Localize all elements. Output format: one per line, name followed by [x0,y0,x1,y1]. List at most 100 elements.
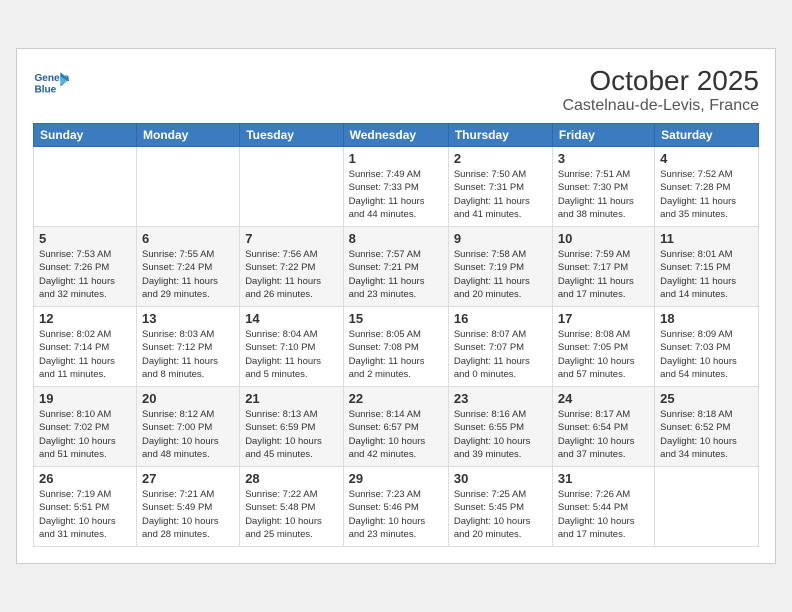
header: General Blue October 2025 Castelnau-de-L… [33,65,759,115]
calendar-cell: 2Sunrise: 7:50 AM Sunset: 7:31 PM Daylig… [448,147,552,227]
cell-info: Sunrise: 7:53 AM Sunset: 7:26 PM Dayligh… [39,248,131,301]
weekday-header: Monday [137,124,240,147]
cell-info: Sunrise: 7:25 AM Sunset: 5:45 PM Dayligh… [454,488,547,541]
day-number: 22 [349,391,443,406]
day-number: 12 [39,311,131,326]
calendar-cell: 29 Sunrise: 7:23 AM Sunset: 5:46 PM Dayli… [343,467,448,547]
cell-info: Sunrise: 7:49 AM Sunset: 7:33 PM Dayligh… [349,168,443,221]
calendar-week-row: 26 Sunrise: 7:19 AM Sunset: 5:51 PM Dayli… [34,467,759,547]
calendar-container: General Blue October 2025 Castelnau-de-L… [16,48,776,564]
day-number: 28 [245,471,337,486]
calendar-cell: 30 Sunrise: 7:25 AM Sunset: 5:45 PM Dayli… [448,467,552,547]
calendar-cell: 12Sunrise: 8:02 AM Sunset: 7:14 PM Dayli… [34,307,137,387]
calendar-cell: 8 Sunrise: 7:57 AM Sunset: 7:21 PM Daylig… [343,227,448,307]
cell-info: Sunrise: 8:01 AM Sunset: 7:15 PM Dayligh… [660,248,753,301]
calendar-cell: 17 Sunrise: 8:08 AM Sunset: 7:05 PM Dayli… [552,307,654,387]
calendar-cell: 14Sunrise: 8:04 AM Sunset: 7:10 PM Dayli… [240,307,343,387]
calendar-body: 1 Sunrise: 7:49 AM Sunset: 7:33 PM Daylig… [34,147,759,547]
calendar-cell: 31Sunrise: 7:26 AM Sunset: 5:44 PM Dayli… [552,467,654,547]
day-number: 25 [660,391,753,406]
cell-info: Sunrise: 8:05 AM Sunset: 7:08 PM Dayligh… [349,328,443,381]
cell-info: Sunrise: 8:14 AM Sunset: 6:57 PM Dayligh… [349,408,443,461]
day-number: 29 [349,471,443,486]
cell-info: Sunrise: 8:16 AM Sunset: 6:55 PM Dayligh… [454,408,547,461]
cell-info: Sunrise: 7:51 AM Sunset: 7:30 PM Dayligh… [558,168,649,221]
day-number: 15 [349,311,443,326]
cell-info: Sunrise: 7:59 AM Sunset: 7:17 PM Dayligh… [558,248,649,301]
calendar-cell: 20 Sunrise: 8:12 AM Sunset: 7:00 PM Dayli… [137,387,240,467]
calendar-week-row: 19 Sunrise: 8:10 AM Sunset: 7:02 PM Dayli… [34,387,759,467]
calendar-cell [137,147,240,227]
cell-info: Sunrise: 7:56 AM Sunset: 7:22 PM Dayligh… [245,248,337,301]
calendar-cell: 9 Sunrise: 7:58 AM Sunset: 7:19 PM Daylig… [448,227,552,307]
calendar-cell: 28Sunrise: 7:22 AM Sunset: 5:48 PM Dayli… [240,467,343,547]
cell-info: Sunrise: 8:12 AM Sunset: 7:00 PM Dayligh… [142,408,234,461]
cell-info: Sunrise: 7:21 AM Sunset: 5:49 PM Dayligh… [142,488,234,541]
calendar-cell: 3 Sunrise: 7:51 AM Sunset: 7:30 PM Daylig… [552,147,654,227]
calendar-table: SundayMondayTuesdayWednesdayThursdayFrid… [33,123,759,547]
calendar-cell: 21Sunrise: 8:13 AM Sunset: 6:59 PM Dayli… [240,387,343,467]
calendar-week-row: 12Sunrise: 8:02 AM Sunset: 7:14 PM Dayli… [34,307,759,387]
day-number: 6 [142,231,234,246]
calendar-cell: 4Sunrise: 7:52 AM Sunset: 7:28 PM Daylig… [655,147,759,227]
weekday-row: SundayMondayTuesdayWednesdayThursdayFrid… [34,124,759,147]
cell-info: Sunrise: 8:18 AM Sunset: 6:52 PM Dayligh… [660,408,753,461]
day-number: 8 [349,231,443,246]
calendar-cell: 19 Sunrise: 8:10 AM Sunset: 7:02 PM Dayli… [34,387,137,467]
calendar-cell: 18 Sunrise: 8:09 AM Sunset: 7:03 PM Dayli… [655,307,759,387]
day-number: 26 [39,471,131,486]
calendar-cell: 10Sunrise: 7:59 AM Sunset: 7:17 PM Dayli… [552,227,654,307]
cell-info: Sunrise: 8:10 AM Sunset: 7:02 PM Dayligh… [39,408,131,461]
day-number: 24 [558,391,649,406]
cell-info: Sunrise: 7:23 AM Sunset: 5:46 PM Dayligh… [349,488,443,541]
day-number: 3 [558,151,649,166]
calendar-cell: 24Sunrise: 8:17 AM Sunset: 6:54 PM Dayli… [552,387,654,467]
calendar-cell: 5Sunrise: 7:53 AM Sunset: 7:26 PM Daylig… [34,227,137,307]
calendar-cell: 27 Sunrise: 7:21 AM Sunset: 5:49 PM Dayli… [137,467,240,547]
month-title: October 2025 [562,65,759,97]
day-number: 31 [558,471,649,486]
day-number: 17 [558,311,649,326]
cell-info: Sunrise: 7:58 AM Sunset: 7:19 PM Dayligh… [454,248,547,301]
svg-text:Blue: Blue [34,84,56,95]
location-title: Castelnau-de-Levis, France [562,97,759,115]
cell-info: Sunrise: 7:57 AM Sunset: 7:21 PM Dayligh… [349,248,443,301]
cell-info: Sunrise: 7:52 AM Sunset: 7:28 PM Dayligh… [660,168,753,221]
day-number: 13 [142,311,234,326]
title-block: October 2025 Castelnau-de-Levis, France [562,65,759,115]
calendar-cell: 7 Sunrise: 7:56 AM Sunset: 7:22 PM Daylig… [240,227,343,307]
day-number: 14 [245,311,337,326]
weekday-header: Friday [552,124,654,147]
cell-info: Sunrise: 7:19 AM Sunset: 5:51 PM Dayligh… [39,488,131,541]
day-number: 16 [454,311,547,326]
calendar-cell [655,467,759,547]
calendar-cell: 11 Sunrise: 8:01 AM Sunset: 7:15 PM Dayli… [655,227,759,307]
day-number: 20 [142,391,234,406]
calendar-header: SundayMondayTuesdayWednesdayThursdayFrid… [34,124,759,147]
calendar-week-row: 5Sunrise: 7:53 AM Sunset: 7:26 PM Daylig… [34,227,759,307]
cell-info: Sunrise: 8:07 AM Sunset: 7:07 PM Dayligh… [454,328,547,381]
calendar-cell: 13Sunrise: 8:03 AM Sunset: 7:12 PM Dayli… [137,307,240,387]
weekday-header: Sunday [34,124,137,147]
calendar-cell [240,147,343,227]
calendar-cell: 22 Sunrise: 8:14 AM Sunset: 6:57 PM Dayli… [343,387,448,467]
weekday-header: Tuesday [240,124,343,147]
calendar-cell [34,147,137,227]
logo-icon: General Blue [33,65,69,101]
day-number: 27 [142,471,234,486]
day-number: 19 [39,391,131,406]
day-number: 30 [454,471,547,486]
day-number: 11 [660,231,753,246]
logo: General Blue [33,65,69,101]
cell-info: Sunrise: 8:08 AM Sunset: 7:05 PM Dayligh… [558,328,649,381]
calendar-cell: 23Sunrise: 8:16 AM Sunset: 6:55 PM Dayli… [448,387,552,467]
day-number: 21 [245,391,337,406]
weekday-header: Wednesday [343,124,448,147]
day-number: 9 [454,231,547,246]
calendar-cell: 6Sunrise: 7:55 AM Sunset: 7:24 PM Daylig… [137,227,240,307]
calendar-cell: 25 Sunrise: 8:18 AM Sunset: 6:52 PM Dayli… [655,387,759,467]
day-number: 18 [660,311,753,326]
cell-info: Sunrise: 8:09 AM Sunset: 7:03 PM Dayligh… [660,328,753,381]
day-number: 7 [245,231,337,246]
day-number: 1 [349,151,443,166]
